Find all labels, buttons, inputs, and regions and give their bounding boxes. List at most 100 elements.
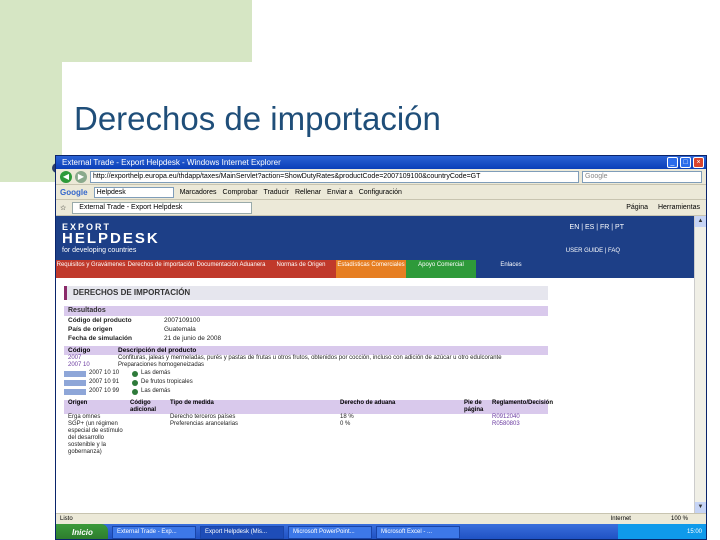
address-bar: ◀ ▶ http://exporthelp.europa.eu/thdapp/t… <box>56 169 706 185</box>
expand-icon[interactable] <box>132 388 138 395</box>
taskbar-item[interactable]: Microsoft PowerPoint... <box>288 526 372 539</box>
results-label: Resultados <box>64 306 548 316</box>
code-link[interactable]: 2007 10 <box>64 362 118 369</box>
duty-panel: DERECHOS DE IMPORTACIÓN Resultados Códig… <box>64 286 554 456</box>
type-cell: Derecho terceros países <box>170 414 236 420</box>
column-header: Tipo de medida <box>170 400 214 406</box>
table-row: 2007 10 Preparaciones homogeneizadas <box>64 362 548 369</box>
desc-table-header: Código Descripción del producto <box>64 346 548 355</box>
google-link[interactable]: Marcadores <box>180 189 217 196</box>
tree-desc: Las demás <box>141 370 171 376</box>
tools-menu[interactable]: Herramientas <box>658 204 700 211</box>
column-header: Reglamento/Decisión <box>492 400 554 406</box>
tree-row: 2007 10 10 Las demás <box>64 369 548 378</box>
google-link[interactable]: Comprobar <box>223 189 258 196</box>
nav-item[interactable]: Derechos de importación <box>126 260 196 278</box>
site-logo-main[interactable]: HELPDESK <box>62 230 160 247</box>
window-title: External Trade - Export Helpdesk - Windo… <box>62 158 281 167</box>
field-label: Código del producto <box>68 317 132 324</box>
google-search-input[interactable]: Helpdesk <box>93 186 174 198</box>
nav-item[interactable]: Normas de Origen <box>266 260 336 278</box>
nav-item[interactable]: Enlaces <box>476 260 546 278</box>
duty-table-header: Origen Código adicional Tipo de medida D… <box>64 400 554 414</box>
site-logo-sub: for developing countries <box>62 247 137 254</box>
tree-code[interactable]: 2007 10 91 <box>89 378 129 387</box>
column-header: Pie de página <box>464 400 484 413</box>
field-label: País de origen <box>68 326 113 333</box>
address-input[interactable]: http://exporthelp.europa.eu/thdapp/taxes… <box>90 170 579 183</box>
regulation-link[interactable]: R0580803 <box>492 421 548 456</box>
site-nav: Requisitos y Gravámenes Derechos de impo… <box>56 260 696 278</box>
taskbar-item[interactable]: External Trade - Exp... <box>112 526 196 539</box>
footnote-cell <box>464 414 492 421</box>
duty-cell: 0 % <box>340 421 351 427</box>
field-value: 2007109100 <box>164 317 201 324</box>
origin-cell: Erga omnes <box>68 414 101 420</box>
slide-green-block <box>0 0 252 62</box>
status-text: Listo <box>60 516 73 522</box>
expand-icon[interactable] <box>132 379 138 386</box>
close-button[interactable]: × <box>693 157 704 168</box>
tree-indent-icon <box>64 388 86 395</box>
taskbar-item[interactable]: Microsoft Excel - ... <box>376 526 460 539</box>
nav-item[interactable]: Estadísticas Comerciales <box>336 260 406 278</box>
nav-item[interactable]: Documentación Aduanera <box>196 260 266 278</box>
footnote-cell <box>464 421 492 456</box>
browser-titlebar: External Trade - Export Helpdesk - Windo… <box>56 156 706 169</box>
description-cell: Confituras, jaleas y mermeladas, purés y… <box>118 355 502 361</box>
tree-row: 2007 10 99 Las demás <box>64 387 548 396</box>
code-cell <box>130 414 170 421</box>
column-header: Derecho de aduana <box>340 400 396 406</box>
tree-code[interactable]: 2007 10 10 <box>89 369 129 378</box>
favorites-star-icon[interactable]: ☆ <box>60 204 66 212</box>
user-guide-link[interactable]: USER GUIDE | FAQ <box>566 248 620 254</box>
field-value: Guatemala <box>164 326 196 333</box>
scroll-up-icon[interactable]: ▲ <box>695 216 706 227</box>
table-row: Erga omnes Derecho terceros países 18 % … <box>64 414 548 421</box>
table-row: 2007 Confituras, jaleas y mermeladas, pu… <box>64 355 548 362</box>
tree-code[interactable]: 2007 10 99 <box>89 387 129 396</box>
back-button[interactable]: ◀ <box>60 170 72 183</box>
minimize-button[interactable]: _ <box>667 157 678 168</box>
tree-desc: De frutos tropicales <box>141 379 193 385</box>
description-cell: Preparaciones homogeneizadas <box>118 362 205 368</box>
scroll-down-icon[interactable]: ▼ <box>695 502 706 513</box>
column-header: Código adicional <box>130 400 157 413</box>
code-cell <box>130 421 170 456</box>
slide-title: Derechos de importación <box>74 100 441 137</box>
tree-desc: Las demás <box>141 388 171 394</box>
clock: 15:00 <box>686 529 702 535</box>
google-link[interactable]: Configuración <box>359 189 402 196</box>
search-input[interactable]: Google <box>582 170 702 183</box>
google-link[interactable]: Enviar a <box>327 189 353 196</box>
google-toolbar: Google Helpdesk Marcadores Comprobar Tra… <box>56 185 706 200</box>
column-header: Descripción del producto <box>118 347 197 354</box>
vertical-scrollbar[interactable]: ▲ ▼ <box>694 216 706 513</box>
column-header: Origen <box>68 400 88 406</box>
google-link[interactable]: Traducir <box>264 189 289 196</box>
code-link[interactable]: 2007 <box>64 355 118 362</box>
taskbar-item[interactable]: Export Helpdesk (Mis... <box>200 526 284 539</box>
field-value: 21 de junio de 2008 <box>164 335 222 342</box>
status-bar: Listo Internet 100 % <box>56 513 706 524</box>
language-switch[interactable]: EN | ES | FR | PT <box>570 224 624 231</box>
site-header: EXPORT HELPDESK for developing countries… <box>56 216 696 278</box>
forward-button[interactable]: ▶ <box>75 170 87 183</box>
maximize-button[interactable]: □ <box>680 157 691 168</box>
column-header: Código <box>68 347 91 354</box>
expand-icon[interactable] <box>132 370 138 377</box>
duty-cell: 18 % <box>340 414 354 420</box>
tree-indent-icon <box>64 370 86 377</box>
field-row: Fecha de simulación 21 de junio de 2008 <box>64 334 548 343</box>
start-button[interactable]: Inicio <box>56 524 108 539</box>
browser-tab[interactable]: External Trade - Export Helpdesk <box>72 201 253 214</box>
nav-item[interactable]: Apoyo Comercial <box>406 260 476 278</box>
google-link[interactable]: Rellenar <box>295 189 321 196</box>
field-row: País de origen Guatemala <box>64 325 548 334</box>
nav-item[interactable]: Requisitos y Gravámenes <box>56 260 126 278</box>
field-row: Código del producto 2007109100 <box>64 316 548 325</box>
page-heading: DERECHOS DE IMPORTACIÓN <box>64 286 548 300</box>
regulation-link[interactable]: R0912040 <box>492 414 548 421</box>
page-menu[interactable]: Página <box>626 204 648 211</box>
tree-indent-icon <box>64 379 86 386</box>
